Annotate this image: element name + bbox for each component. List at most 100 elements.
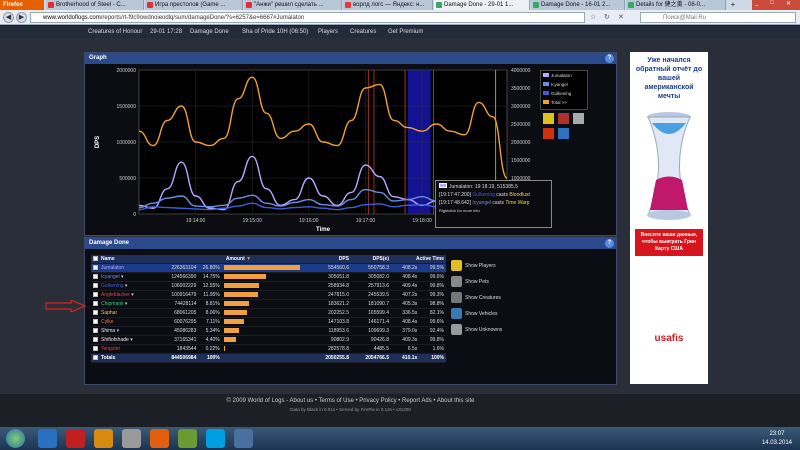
table-row[interactable]: Shima ▾ 45086283 5.34% 118953.6 109699.3 379.… bbox=[91, 326, 446, 336]
player-name[interactable]: Cylke bbox=[101, 319, 114, 325]
search-input[interactable]: Поиск@Mail.Ru bbox=[640, 12, 796, 23]
help-icon[interactable]: ? bbox=[605, 239, 614, 248]
back-icon[interactable]: ◀ bbox=[3, 12, 14, 23]
stop-icon[interactable]: ✕ bbox=[618, 13, 624, 21]
ad-cta-button[interactable]: Внесите ваши данные, чтобы выиграть Грин… bbox=[635, 229, 703, 256]
tab-anzhi[interactable]: "Анжи" решил сделать ... bbox=[244, 0, 342, 10]
player-name[interactable]: Chipmank bbox=[101, 301, 124, 307]
footer-links[interactable]: © 2009 World of Logs - About us • Terms … bbox=[84, 396, 617, 406]
table-row[interactable]: Jumalaton 226363104 26.80% 554560.6 550758.3… bbox=[91, 263, 446, 273]
col-dpse-header[interactable]: DPS(e) bbox=[351, 255, 391, 264]
app-taskbar-icon[interactable] bbox=[122, 429, 141, 448]
skype-taskbar-icon[interactable] bbox=[206, 429, 225, 448]
table-row[interactable]: Gulkening ▾ 106002229 12.55% 258934.8 257913… bbox=[91, 281, 446, 291]
amount-cell: 37165341 bbox=[166, 335, 199, 345]
buff-icon[interactable] bbox=[558, 128, 569, 139]
dpse-cell: 165599.4 bbox=[351, 308, 391, 318]
player-name[interactable]: Angleblacker bbox=[101, 292, 130, 298]
tab-game-of-thrones[interactable]: Игра престолов (Game ... bbox=[145, 0, 243, 10]
start-button-icon[interactable] bbox=[6, 429, 25, 448]
site-link-get-premium[interactable]: Get Premium bbox=[388, 26, 423, 38]
vlc-taskbar-icon[interactable] bbox=[94, 429, 113, 448]
col-name-header[interactable]: Name bbox=[101, 256, 115, 262]
player-name[interactable]: Icyangel bbox=[101, 274, 120, 280]
site-link-creatures-of-honour[interactable]: Creatures of Honour bbox=[88, 26, 142, 38]
minimize-icon[interactable]: _ bbox=[755, 0, 758, 6]
row-checkbox[interactable] bbox=[93, 274, 98, 280]
tab-details[interactable]: Details for 健之羹 - 08-0... bbox=[626, 0, 726, 10]
opera-taskbar-icon[interactable] bbox=[66, 429, 85, 448]
tab-damage-done-active[interactable]: Damage Done - 29-01 1... bbox=[434, 0, 530, 10]
close-icon[interactable]: ✕ bbox=[786, 0, 791, 7]
legend-item[interactable]: Gulkening bbox=[543, 89, 587, 98]
tab-yandex[interactable]: ворлд логс — Яндекс: н... bbox=[343, 0, 433, 10]
table-row[interactable]: Angleblacker ▾ 100916479 11.95% 247815.0 245… bbox=[91, 290, 446, 300]
active-time-cell: 408.4s bbox=[391, 272, 420, 282]
table-row[interactable]: Icyangel ▾ 124566390 14.75% 305051.8 305082.… bbox=[91, 272, 446, 282]
legend-item[interactable]: Total >> bbox=[543, 98, 587, 107]
buff-icon[interactable] bbox=[543, 113, 554, 124]
percent-cell: 8.06% bbox=[198, 308, 222, 318]
bookmark-star-icon[interactable]: ☆ bbox=[590, 13, 596, 21]
row-checkbox[interactable] bbox=[93, 346, 98, 352]
site-link-players[interactable]: Players bbox=[318, 26, 338, 38]
system-clock[interactable]: 23:07 14.03.2014 bbox=[762, 430, 792, 448]
player-name[interactable]: Gulkening bbox=[101, 283, 124, 289]
advertisement-banner[interactable]: Уже начался обратный отчёт до вашей амер… bbox=[630, 52, 708, 384]
site-link-date[interactable]: 29-01 17:28 bbox=[150, 26, 182, 38]
buff-icon[interactable] bbox=[558, 113, 569, 124]
reload-icon[interactable]: ↻ bbox=[604, 13, 610, 21]
legend-item[interactable]: Icyangel bbox=[543, 80, 587, 89]
row-checkbox[interactable] bbox=[93, 319, 98, 325]
col-dps-header[interactable]: DPS bbox=[311, 255, 351, 264]
expand-caret-icon[interactable]: ▾ bbox=[125, 301, 128, 307]
site-link-creatures[interactable]: Creatures bbox=[350, 26, 376, 38]
row-checkbox[interactable] bbox=[93, 301, 98, 307]
tab-brotherhood[interactable]: Brotherhood of Steel - C... bbox=[46, 0, 144, 10]
table-row[interactable]: Saphar 68061205 8.06% 202252.5 165599.4 336.5… bbox=[91, 308, 446, 318]
player-name[interactable]: Saphar bbox=[101, 310, 117, 316]
tab-favicon-icon bbox=[628, 2, 634, 8]
row-checkbox[interactable] bbox=[93, 283, 98, 289]
expand-caret-icon[interactable]: ▾ bbox=[125, 283, 128, 289]
player-name[interactable]: Tengster bbox=[101, 346, 120, 352]
col-amount-header[interactable]: Amount ▼ bbox=[166, 255, 311, 264]
expand-caret-icon[interactable]: ▾ bbox=[130, 337, 133, 343]
row-checkbox[interactable] bbox=[93, 328, 98, 334]
table-row[interactable]: Chipmank ▾ 74428114 8.81% 183621.2 181090.7 4… bbox=[91, 299, 446, 309]
new-tab-plus-icon[interactable]: + bbox=[728, 0, 738, 10]
row-checkbox[interactable] bbox=[93, 292, 98, 298]
site-link-damage-done[interactable]: Damage Done bbox=[190, 26, 229, 38]
tooltip-swatch bbox=[439, 183, 447, 188]
row-checkbox[interactable] bbox=[93, 310, 98, 316]
dps-cell: 118953.6 bbox=[311, 326, 351, 336]
row-checkbox[interactable] bbox=[93, 337, 98, 343]
table-row[interactable]: Cylke 60076295 7.11% 147103.8 146171.4 408.4s… bbox=[91, 317, 446, 327]
firefox-taskbar-icon[interactable] bbox=[150, 429, 169, 448]
buff-icon[interactable] bbox=[543, 128, 554, 139]
select-all-checkbox[interactable] bbox=[93, 256, 98, 262]
player-name[interactable]: Shiftofshade bbox=[101, 337, 129, 343]
url-input[interactable]: www.worldoflogs.com/reports/rt-f9c9owdno… bbox=[30, 12, 585, 23]
steam-taskbar-icon[interactable] bbox=[234, 429, 253, 448]
firefox-menu-button[interactable]: Firefox bbox=[0, 0, 44, 10]
ie-taskbar-icon[interactable] bbox=[38, 429, 57, 448]
player-name[interactable]: Jumalaton bbox=[101, 265, 124, 271]
tab-damage-done-2[interactable]: Damage Done - 16-01 2... bbox=[531, 0, 625, 10]
row-checkbox[interactable] bbox=[93, 265, 98, 271]
expand-caret-icon[interactable]: ▾ bbox=[131, 292, 134, 298]
player-name[interactable]: Shima bbox=[101, 328, 115, 334]
app-taskbar-icon[interactable] bbox=[178, 429, 197, 448]
table-row[interactable]: Shiftofshade ▾ 37165341 4.40% 90802.9 90426.… bbox=[91, 335, 446, 345]
col-active-header[interactable]: Active Time bbox=[391, 255, 446, 264]
table-row[interactable]: Tengster 1843544 0.22% 282578.8 4485.5 6.5s 1.… bbox=[91, 344, 446, 354]
expand-caret-icon[interactable]: ▾ bbox=[117, 328, 120, 334]
help-icon[interactable]: ? bbox=[605, 54, 614, 63]
forward-icon[interactable]: ▶ bbox=[16, 12, 27, 23]
maximize-icon[interactable]: □ bbox=[770, 0, 774, 6]
expand-caret-icon[interactable]: ▾ bbox=[121, 274, 124, 280]
legend-item[interactable]: Jumalaton bbox=[543, 71, 587, 80]
site-link-encounter[interactable]: Sha of Pride 10H (06:50) bbox=[242, 26, 308, 38]
buff-icon[interactable] bbox=[573, 113, 584, 124]
totals-checkbox[interactable] bbox=[93, 355, 98, 361]
